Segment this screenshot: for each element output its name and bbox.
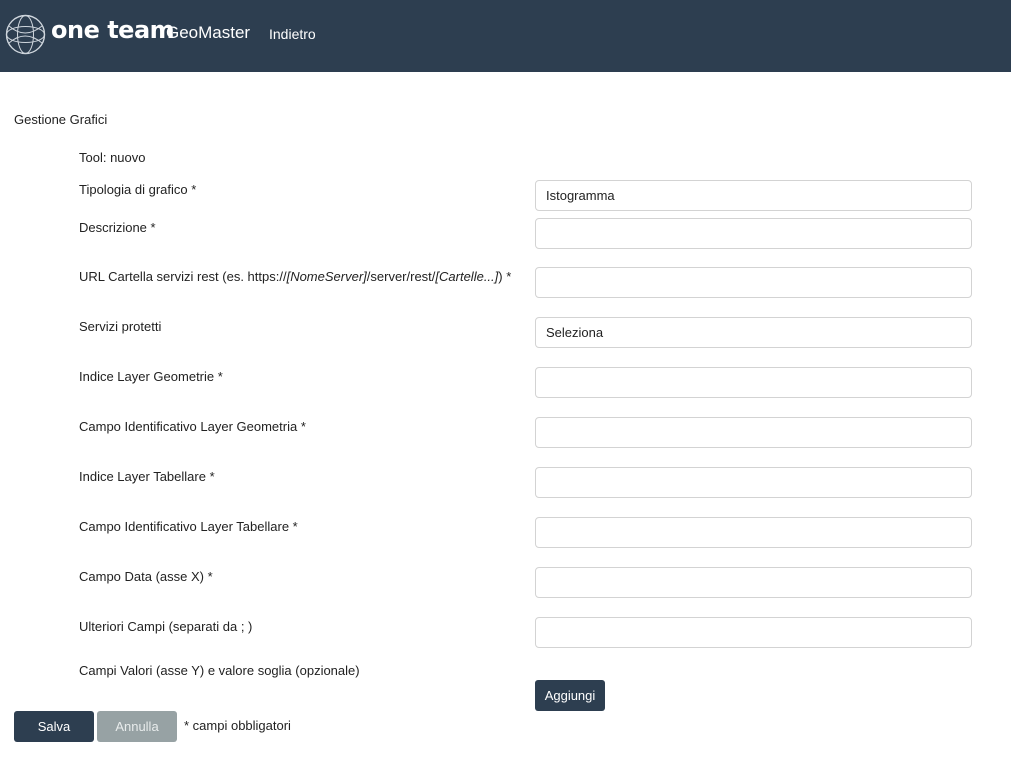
campo-data-input[interactable] [535, 567, 972, 598]
back-link[interactable]: Indietro [269, 26, 316, 42]
required-note: * campi obbligatori [184, 718, 291, 733]
url-label-suffix: ) * [498, 269, 512, 284]
url-label-middle: /server/rest/ [366, 269, 436, 284]
url-label: URL Cartella servizi rest (es. https://[… [79, 269, 511, 284]
url-label-prefix: URL Cartella servizi rest (es. https:// [79, 269, 287, 284]
page-title: Gestione Grafici [14, 112, 108, 127]
campo-id-tabellare-input[interactable] [535, 517, 972, 548]
descrizione-input[interactable] [535, 218, 972, 249]
tool-status: Tool: nuovo [79, 150, 146, 165]
url-input[interactable] [535, 267, 972, 298]
save-button[interactable]: Salva [14, 711, 94, 742]
product-name: GeoMaster [166, 23, 251, 42]
globe-logo-icon [5, 14, 46, 55]
indice-tabellare-input[interactable] [535, 467, 972, 498]
campo-id-geometria-label: Campo Identificativo Layer Geometria * [79, 419, 306, 434]
campo-id-tabellare-label: Campo Identificativo Layer Tabellare * [79, 519, 298, 534]
ulteriori-campi-label: Ulteriori Campi (separati da ; ) [79, 619, 253, 634]
brand-name: one team [51, 16, 175, 44]
campi-valori-label: Campi Valori (asse Y) e valore soglia (o… [79, 663, 360, 678]
campo-id-geometria-input[interactable] [535, 417, 972, 448]
servizi-protetti-select[interactable]: Seleziona [535, 317, 972, 348]
cancel-button[interactable]: Annulla [97, 711, 177, 742]
top-navbar: one team GeoMaster Indietro [0, 0, 1011, 72]
indice-tabellare-label: Indice Layer Tabellare * [79, 469, 215, 484]
tipologia-select[interactable]: Istogramma [535, 180, 972, 211]
campo-data-label: Campo Data (asse X) * [79, 569, 213, 584]
ulteriori-campi-input[interactable] [535, 617, 972, 648]
url-label-server: [NomeServer] [286, 269, 367, 284]
url-label-folder: [Cartelle...] [435, 269, 499, 284]
tipologia-label: Tipologia di grafico * [79, 182, 197, 197]
indice-geometrie-label: Indice Layer Geometrie * [79, 369, 223, 384]
servizi-protetti-label: Servizi protetti [79, 319, 162, 334]
descrizione-label: Descrizione * [79, 220, 156, 235]
add-button[interactable]: Aggiungi [535, 680, 605, 711]
indice-geometrie-input[interactable] [535, 367, 972, 398]
